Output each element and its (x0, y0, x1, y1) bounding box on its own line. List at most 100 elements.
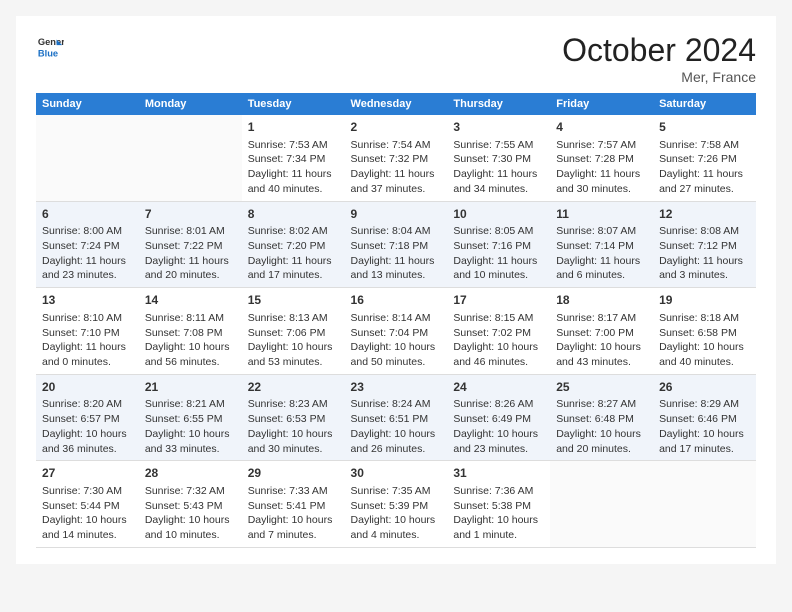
sunrise-text: Sunrise: 8:27 AM (556, 398, 636, 410)
sunset-text: Sunset: 7:04 PM (351, 327, 429, 339)
daylight-text: Daylight: 11 hours and 23 minutes. (42, 255, 126, 282)
sunset-text: Sunset: 6:48 PM (556, 413, 634, 425)
sunset-text: Sunset: 7:08 PM (145, 327, 223, 339)
day-number: 4 (556, 119, 647, 136)
sunrise-text: Sunrise: 7:57 AM (556, 139, 636, 151)
daylight-text: Daylight: 11 hours and 27 minutes. (659, 168, 743, 195)
daylight-text: Daylight: 11 hours and 6 minutes. (556, 255, 640, 282)
calendar-cell: 19Sunrise: 8:18 AMSunset: 6:58 PMDayligh… (653, 288, 756, 375)
table-row: 20Sunrise: 8:20 AMSunset: 6:57 PMDayligh… (36, 374, 756, 461)
table-row: 1Sunrise: 7:53 AMSunset: 7:34 PMDaylight… (36, 115, 756, 201)
col-friday: Friday (550, 93, 653, 115)
day-number: 16 (351, 292, 442, 309)
daylight-text: Daylight: 10 hours and 26 minutes. (351, 428, 436, 455)
sunset-text: Sunset: 7:32 PM (351, 153, 429, 165)
calendar-cell (139, 115, 242, 201)
sunrise-text: Sunrise: 7:55 AM (453, 139, 533, 151)
day-number: 12 (659, 206, 750, 223)
day-number: 2 (351, 119, 442, 136)
sunset-text: Sunset: 7:14 PM (556, 240, 634, 252)
sunset-text: Sunset: 7:02 PM (453, 327, 531, 339)
page-header: General Blue October 2024 Mer, France (36, 32, 756, 85)
day-number: 13 (42, 292, 133, 309)
daylight-text: Daylight: 10 hours and 46 minutes. (453, 341, 538, 368)
sunrise-text: Sunrise: 8:07 AM (556, 225, 636, 237)
calendar-cell: 31Sunrise: 7:36 AMSunset: 5:38 PMDayligh… (447, 461, 550, 548)
sunset-text: Sunset: 6:55 PM (145, 413, 223, 425)
sunset-text: Sunset: 7:12 PM (659, 240, 737, 252)
calendar-cell: 17Sunrise: 8:15 AMSunset: 7:02 PMDayligh… (447, 288, 550, 375)
sunrise-text: Sunrise: 8:02 AM (248, 225, 328, 237)
sunrise-text: Sunrise: 7:30 AM (42, 485, 122, 497)
sunrise-text: Sunrise: 8:08 AM (659, 225, 739, 237)
sunset-text: Sunset: 7:24 PM (42, 240, 120, 252)
calendar-cell: 14Sunrise: 8:11 AMSunset: 7:08 PMDayligh… (139, 288, 242, 375)
daylight-text: Daylight: 11 hours and 17 minutes. (248, 255, 332, 282)
day-number: 21 (145, 379, 236, 396)
daylight-text: Daylight: 10 hours and 36 minutes. (42, 428, 127, 455)
sunrise-text: Sunrise: 8:26 AM (453, 398, 533, 410)
table-row: 6Sunrise: 8:00 AMSunset: 7:24 PMDaylight… (36, 201, 756, 288)
sunrise-text: Sunrise: 8:00 AM (42, 225, 122, 237)
daylight-text: Daylight: 10 hours and 7 minutes. (248, 514, 333, 541)
sunset-text: Sunset: 7:06 PM (248, 327, 326, 339)
svg-text:General: General (38, 37, 64, 47)
calendar-cell: 13Sunrise: 8:10 AMSunset: 7:10 PMDayligh… (36, 288, 139, 375)
calendar-cell: 23Sunrise: 8:24 AMSunset: 6:51 PMDayligh… (345, 374, 448, 461)
day-number: 7 (145, 206, 236, 223)
sunrise-text: Sunrise: 7:32 AM (145, 485, 225, 497)
logo: General Blue (36, 32, 64, 60)
daylight-text: Daylight: 10 hours and 50 minutes. (351, 341, 436, 368)
daylight-text: Daylight: 10 hours and 1 minute. (453, 514, 538, 541)
sunset-text: Sunset: 7:26 PM (659, 153, 737, 165)
sunset-text: Sunset: 6:51 PM (351, 413, 429, 425)
logo-icon: General Blue (36, 32, 64, 60)
day-number: 14 (145, 292, 236, 309)
calendar-cell: 11Sunrise: 8:07 AMSunset: 7:14 PMDayligh… (550, 201, 653, 288)
day-number: 10 (453, 206, 544, 223)
sunrise-text: Sunrise: 7:36 AM (453, 485, 533, 497)
sunrise-text: Sunrise: 8:13 AM (248, 312, 328, 324)
location-subtitle: Mer, France (562, 69, 756, 85)
calendar-table: Sunday Monday Tuesday Wednesday Thursday… (36, 93, 756, 548)
title-block: October 2024 Mer, France (562, 32, 756, 85)
sunrise-text: Sunrise: 8:11 AM (145, 312, 224, 324)
daylight-text: Daylight: 10 hours and 33 minutes. (145, 428, 230, 455)
day-number: 31 (453, 465, 544, 482)
calendar-cell: 25Sunrise: 8:27 AMSunset: 6:48 PMDayligh… (550, 374, 653, 461)
day-number: 5 (659, 119, 750, 136)
sunrise-text: Sunrise: 8:21 AM (145, 398, 225, 410)
day-number: 23 (351, 379, 442, 396)
sunset-text: Sunset: 7:00 PM (556, 327, 634, 339)
calendar-cell: 5Sunrise: 7:58 AMSunset: 7:26 PMDaylight… (653, 115, 756, 201)
sunset-text: Sunset: 5:39 PM (351, 500, 429, 512)
day-number: 29 (248, 465, 339, 482)
svg-text:Blue: Blue (38, 48, 58, 58)
sunrise-text: Sunrise: 8:15 AM (453, 312, 533, 324)
col-monday: Monday (139, 93, 242, 115)
col-saturday: Saturday (653, 93, 756, 115)
col-thursday: Thursday (447, 93, 550, 115)
sunset-text: Sunset: 5:43 PM (145, 500, 223, 512)
sunrise-text: Sunrise: 8:10 AM (42, 312, 122, 324)
sunrise-text: Sunrise: 8:29 AM (659, 398, 739, 410)
day-number: 22 (248, 379, 339, 396)
calendar-cell: 16Sunrise: 8:14 AMSunset: 7:04 PMDayligh… (345, 288, 448, 375)
day-number: 15 (248, 292, 339, 309)
sunrise-text: Sunrise: 8:18 AM (659, 312, 739, 324)
day-number: 19 (659, 292, 750, 309)
day-number: 20 (42, 379, 133, 396)
sunrise-text: Sunrise: 7:33 AM (248, 485, 328, 497)
calendar-cell: 12Sunrise: 8:08 AMSunset: 7:12 PMDayligh… (653, 201, 756, 288)
sunset-text: Sunset: 7:18 PM (351, 240, 429, 252)
sunset-text: Sunset: 5:44 PM (42, 500, 120, 512)
day-number: 24 (453, 379, 544, 396)
calendar-cell: 4Sunrise: 7:57 AMSunset: 7:28 PMDaylight… (550, 115, 653, 201)
daylight-text: Daylight: 11 hours and 10 minutes. (453, 255, 537, 282)
col-tuesday: Tuesday (242, 93, 345, 115)
sunrise-text: Sunrise: 8:17 AM (556, 312, 636, 324)
sunrise-text: Sunrise: 7:35 AM (351, 485, 431, 497)
daylight-text: Daylight: 10 hours and 40 minutes. (659, 341, 744, 368)
daylight-text: Daylight: 10 hours and 53 minutes. (248, 341, 333, 368)
col-sunday: Sunday (36, 93, 139, 115)
